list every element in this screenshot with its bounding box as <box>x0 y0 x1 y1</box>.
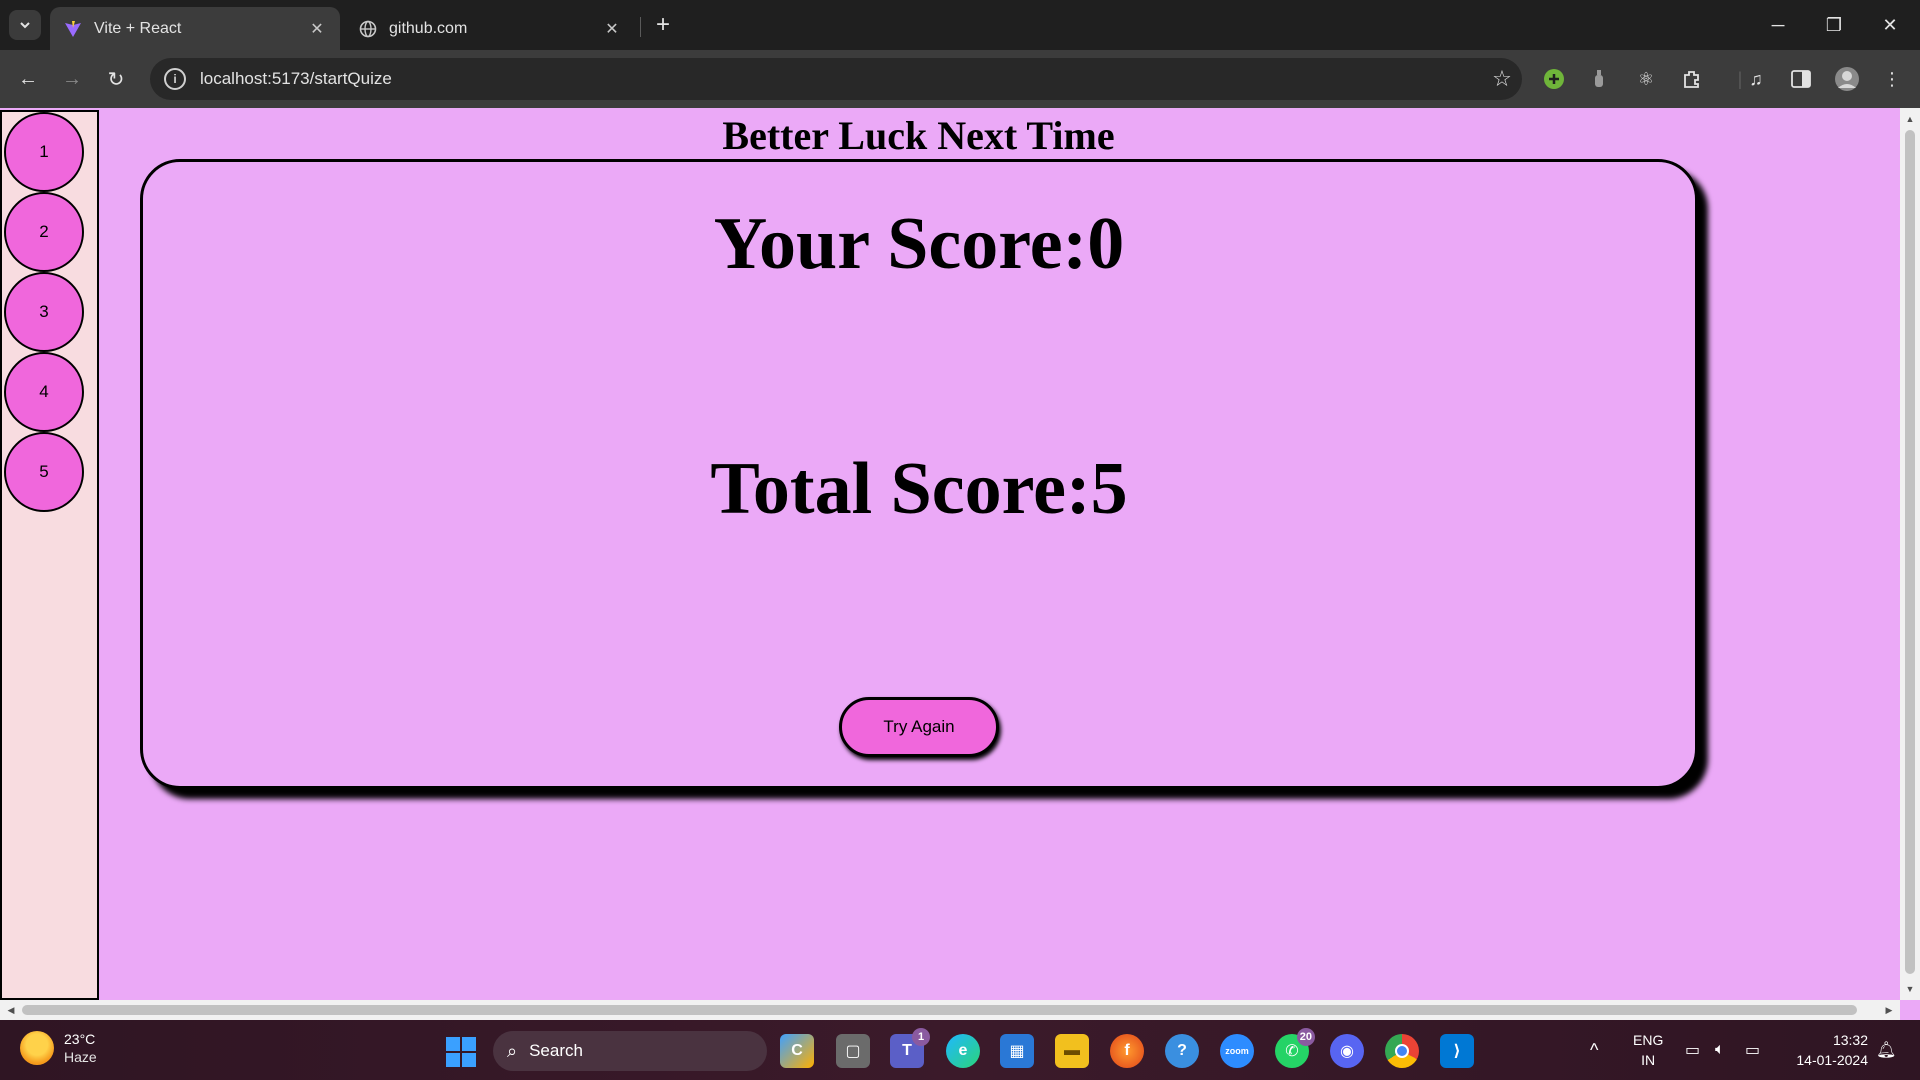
windows-taskbar: 23°C Haze ⌕ Search C ▢ T1 e ▦ ▬ f ? zoom… <box>0 1020 1920 1080</box>
scroll-right-arrow-icon[interactable]: ▶ <box>1880 1000 1898 1020</box>
task-view-icon[interactable]: ▢ <box>836 1034 870 1068</box>
score-card: Your Score:0 Total Score:5 Try Again <box>140 159 1698 789</box>
chevron-down-icon <box>20 22 30 29</box>
edge-icon[interactable]: e <box>946 1034 980 1068</box>
close-window-button[interactable]: ✕ <box>1862 0 1918 50</box>
tab-separator <box>640 17 641 37</box>
profile-avatar[interactable] <box>1833 65 1861 93</box>
network-icon[interactable]: ▭ <box>1685 1020 1700 1080</box>
tab-title: Vite + React <box>94 19 182 37</box>
extension-green-plus-icon[interactable] <box>1540 65 1568 93</box>
weather-widget[interactable]: 23°C Haze <box>20 1030 97 1066</box>
site-info-icon[interactable]: i <box>164 68 186 90</box>
question-3-button[interactable]: 3 <box>4 272 84 352</box>
result-heading: Better Luck Next Time <box>722 113 1115 158</box>
question-sidebar: 1 2 3 4 5 <box>0 110 99 1000</box>
tab-search-button[interactable] <box>9 10 41 40</box>
discord-icon[interactable]: ◉ <box>1330 1034 1364 1068</box>
horizontal-scrollbar[interactable]: ◀ ▶ <box>0 1000 1900 1020</box>
question-1-button[interactable]: 1 <box>4 112 84 192</box>
extension-bottle-icon[interactable] <box>1585 65 1613 93</box>
bookmark-star-icon[interactable]: ☆ <box>1482 66 1522 92</box>
scroll-up-arrow-icon[interactable]: ▲ <box>1900 110 1920 128</box>
close-tab-icon[interactable]: ✕ <box>603 20 621 38</box>
help-icon[interactable]: ? <box>1165 1034 1199 1068</box>
forward-arrow-icon[interactable]: → <box>56 63 88 95</box>
copilot-pre-icon[interactable]: C <box>780 1034 814 1068</box>
volume-icon[interactable]: 🔈︎ <box>1715 1020 1725 1080</box>
language-indicator[interactable]: ENG IN <box>1633 1030 1663 1070</box>
vscode-icon[interactable]: ⟩ <box>1440 1034 1474 1068</box>
search-icon: ⌕ <box>507 1040 518 1061</box>
whatsapp-icon[interactable]: ✆ 20 <box>1275 1028 1315 1068</box>
globe-icon <box>359 20 377 38</box>
tab-vite-react[interactable]: Vite + React ✕ <box>50 7 340 50</box>
weather-desc: Haze <box>64 1049 97 1065</box>
microsoft-store-icon[interactable]: ▦ <box>1000 1034 1034 1068</box>
minimize-button[interactable]: ─ <box>1750 0 1806 50</box>
question-4-button[interactable]: 4 <box>4 352 84 432</box>
file-explorer-icon[interactable]: ▬ <box>1055 1034 1089 1068</box>
vite-icon <box>64 20 82 38</box>
battery-icon[interactable]: ▭ <box>1745 1020 1760 1080</box>
clock-date: 14-01-2024 <box>1796 1052 1868 1068</box>
notification-bell-icon[interactable]: 🔔︎ <box>1876 1020 1896 1080</box>
reload-icon[interactable]: ↻ <box>100 63 132 95</box>
tab-title: github.com <box>389 19 468 37</box>
scroll-left-arrow-icon[interactable]: ◀ <box>2 1000 20 1020</box>
windows-start-icon[interactable] <box>446 1037 476 1067</box>
question-2-button[interactable]: 2 <box>4 192 84 272</box>
teams-icon[interactable]: T1 <box>890 1028 930 1068</box>
address-bar[interactable]: i localhost:5173/startQuize ☆ <box>150 58 1522 100</box>
restore-button[interactable]: ❐ <box>1806 0 1862 50</box>
new-tab-button[interactable]: + <box>650 11 676 38</box>
firefox-icon[interactable]: f <box>1110 1034 1144 1068</box>
side-panel-icon[interactable] <box>1787 65 1815 93</box>
whatsapp-badge: 20 <box>1296 1028 1315 1046</box>
browser-tabbar: Vite + React ✕ github.com ✕ + ─ ❐ ✕ <box>0 0 1920 50</box>
back-arrow-icon[interactable]: ← <box>12 63 44 95</box>
lang-top: ENG <box>1633 1032 1664 1048</box>
browser-menu-icon[interactable]: ⋮ <box>1878 65 1906 93</box>
media-controls-icon[interactable]: ♫ <box>1742 65 1770 93</box>
browser-toolbar: ← → ↻ i localhost:5173/startQuize ☆ ⚛ | … <box>0 50 1920 108</box>
vertical-scrollbar[interactable]: ▲ ▼ <box>1900 108 1920 1000</box>
lang-bottom: IN <box>1641 1052 1656 1068</box>
taskbar-clock[interactable]: 13:32 14-01-2024 <box>1796 1030 1868 1070</box>
extensions-puzzle-icon[interactable] <box>1678 65 1706 93</box>
weather-temp: 23°C <box>64 1031 96 1047</box>
search-label: Search <box>529 1041 583 1060</box>
teams-badge: 1 <box>912 1028 930 1046</box>
total-score-text: Total Score:5 <box>710 448 1128 530</box>
tab-github[interactable]: github.com ✕ <box>345 7 635 50</box>
sun-haze-icon <box>20 1031 54 1065</box>
show-hidden-icons-chevron-icon[interactable]: ^ <box>1590 1020 1598 1080</box>
question-5-button[interactable]: 5 <box>4 432 84 512</box>
try-again-button[interactable]: Try Again <box>839 697 999 757</box>
horizontal-scroll-thumb[interactable] <box>22 1005 1857 1015</box>
chrome-icon[interactable] <box>1385 1034 1419 1068</box>
taskbar-search[interactable]: ⌕ Search <box>493 1031 767 1071</box>
vertical-scroll-thumb[interactable] <box>1905 130 1915 974</box>
zoom-icon[interactable]: zoom <box>1220 1034 1254 1068</box>
react-devtools-icon[interactable]: ⚛ <box>1632 65 1660 93</box>
close-tab-icon[interactable]: ✕ <box>308 20 326 38</box>
scroll-down-arrow-icon[interactable]: ▼ <box>1900 980 1920 998</box>
page-viewport: 1 2 3 4 5 Better Luck Next Time Your Sco… <box>0 108 1920 1020</box>
url-text[interactable]: localhost:5173/startQuize <box>200 69 1482 89</box>
clock-time: 13:32 <box>1832 1032 1868 1048</box>
your-score-text: Your Score:0 <box>713 203 1125 285</box>
